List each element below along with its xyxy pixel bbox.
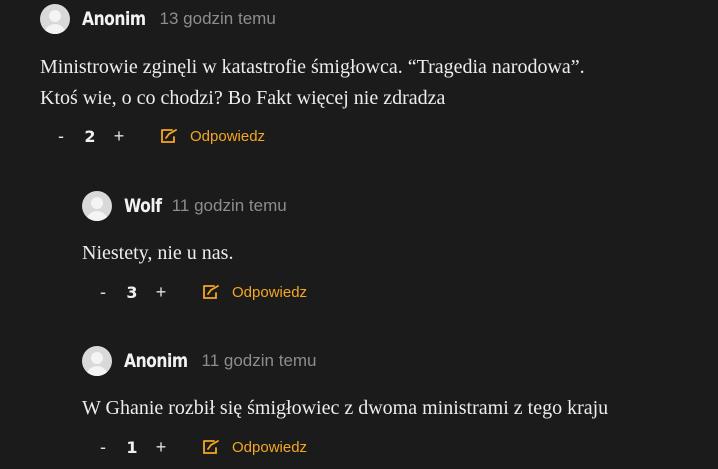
comment-text: Ministrowie zginęli w katastrofie śmigło… — [40, 52, 585, 114]
downvote-button[interactable]: - — [96, 282, 110, 303]
comment-author[interactable]: Wolf — [124, 195, 162, 217]
reply-button[interactable]: Odpowiedz — [160, 127, 265, 145]
user-avatar-icon — [82, 346, 112, 376]
vote-count: 2 — [84, 126, 96, 146]
comment-actions: - 3 + Odpowiedz — [96, 280, 307, 304]
upvote-button[interactable]: + — [154, 437, 168, 458]
comments-section: Anonim 13 godzin temu Ministrowie zginęl… — [0, 0, 718, 469]
comment-time: 11 godzin temu — [171, 196, 287, 215]
reply-label: Odpowiedz — [232, 438, 308, 456]
comment-text-line: Niestety, nie u nas. — [82, 242, 234, 264]
comment-time: 11 godzin temu — [201, 351, 317, 370]
comment-text-line: Ktoś wie, o co chodzi? Bo Fakt więcej ni… — [40, 87, 446, 109]
user-avatar-icon — [40, 4, 70, 34]
comment-header: Anonim 13 godzin temu — [40, 3, 276, 35]
comment-text-line: Ministrowie zginęli w katastrofie śmigło… — [40, 56, 585, 78]
reply-label: Odpowiedz — [232, 283, 308, 301]
comment-header: Wolf 11 godzin temu — [82, 190, 287, 222]
reply-button[interactable]: Odpowiedz — [202, 438, 307, 456]
reply-icon — [161, 129, 177, 143]
reply-label: Odpowiedz — [190, 127, 266, 145]
comment-header: Anonim 11 godzin temu — [82, 345, 317, 377]
downvote-button[interactable]: - — [54, 126, 68, 147]
comment-author[interactable]: Anonim — [82, 8, 146, 30]
user-avatar-icon — [82, 191, 112, 221]
comment-author[interactable]: Anonim — [124, 350, 188, 372]
vote-count: 3 — [126, 282, 138, 302]
comment-text: W Ghanie rozbił się śmigłowiec z dwoma m… — [82, 393, 608, 424]
vote-count: 1 — [126, 437, 138, 457]
upvote-button[interactable]: + — [154, 282, 168, 303]
comment-text: Niestety, nie u nas. — [82, 238, 233, 269]
comment-text-line: W Ghanie rozbił się śmigłowiec z dwoma m… — [82, 397, 609, 419]
downvote-button[interactable]: - — [96, 437, 110, 458]
reply-icon — [203, 285, 219, 299]
upvote-button[interactable]: + — [112, 126, 126, 147]
comment-time: 13 godzin temu — [159, 9, 276, 28]
comment-actions: - 1 + Odpowiedz — [96, 435, 307, 459]
reply-icon — [203, 440, 219, 454]
reply-button[interactable]: Odpowiedz — [202, 283, 307, 301]
comment-actions: - 2 + Odpowiedz — [54, 124, 265, 148]
